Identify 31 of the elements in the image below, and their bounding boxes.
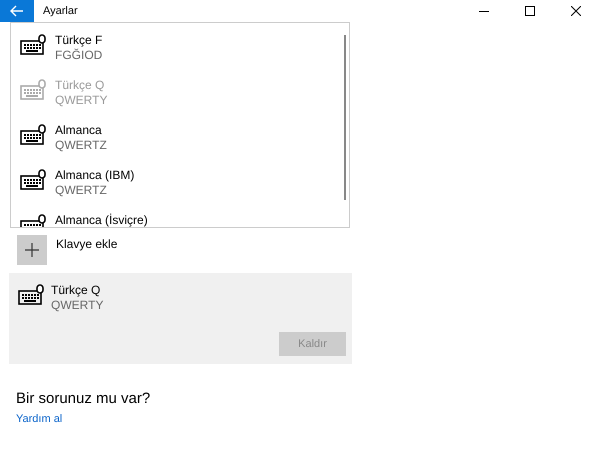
close-icon bbox=[571, 6, 581, 16]
help-link[interactable]: Yardım al bbox=[16, 413, 62, 425]
keyboard-layout: QWERTY bbox=[55, 93, 108, 108]
back-button[interactable] bbox=[0, 0, 34, 22]
keyboard-name: Türkçe Q bbox=[51, 283, 102, 298]
keyboard-layout: FGĞIOD bbox=[55, 48, 102, 63]
window-title: Ayarlar bbox=[43, 5, 79, 17]
keyboard-name: Almanca (IBM) bbox=[55, 168, 134, 183]
keyboard-option[interactable]: Türkçe F FGĞIOD bbox=[11, 23, 349, 68]
keyboard-option[interactable]: Almanca QWERTZ bbox=[11, 113, 349, 158]
keyboard-name: Türkçe Q bbox=[55, 78, 106, 93]
keyboard-layout: QWERTZ bbox=[55, 183, 108, 198]
keyboard-icon bbox=[20, 169, 47, 191]
add-keyboard-label: Klavye ekle bbox=[56, 237, 118, 251]
keyboard-icon bbox=[20, 34, 47, 56]
maximize-icon bbox=[525, 6, 535, 16]
keyboard-icon bbox=[20, 79, 47, 101]
keyboard-option[interactable]: Almanca (İsviçre) bbox=[11, 203, 349, 227]
keyboard-name: Almanca (İsviçre) bbox=[55, 213, 148, 227]
keyboard-name: Almanca bbox=[55, 123, 103, 138]
scrollbar[interactable] bbox=[344, 35, 346, 200]
keyboard-icon bbox=[20, 124, 47, 146]
keyboard-name: Türkçe F bbox=[55, 33, 102, 48]
keyboard-icon bbox=[18, 284, 45, 306]
keyboard-option[interactable]: Almanca (IBM) QWERTZ bbox=[11, 158, 349, 203]
add-button[interactable] bbox=[17, 235, 47, 265]
keyboard-layout: QWERTZ bbox=[55, 138, 107, 153]
keyboard-layout: QWERTY bbox=[51, 298, 104, 313]
help-heading: Bir sorunuz mu var? bbox=[16, 390, 152, 407]
plus-icon bbox=[25, 243, 39, 257]
back-arrow-icon bbox=[10, 5, 24, 17]
